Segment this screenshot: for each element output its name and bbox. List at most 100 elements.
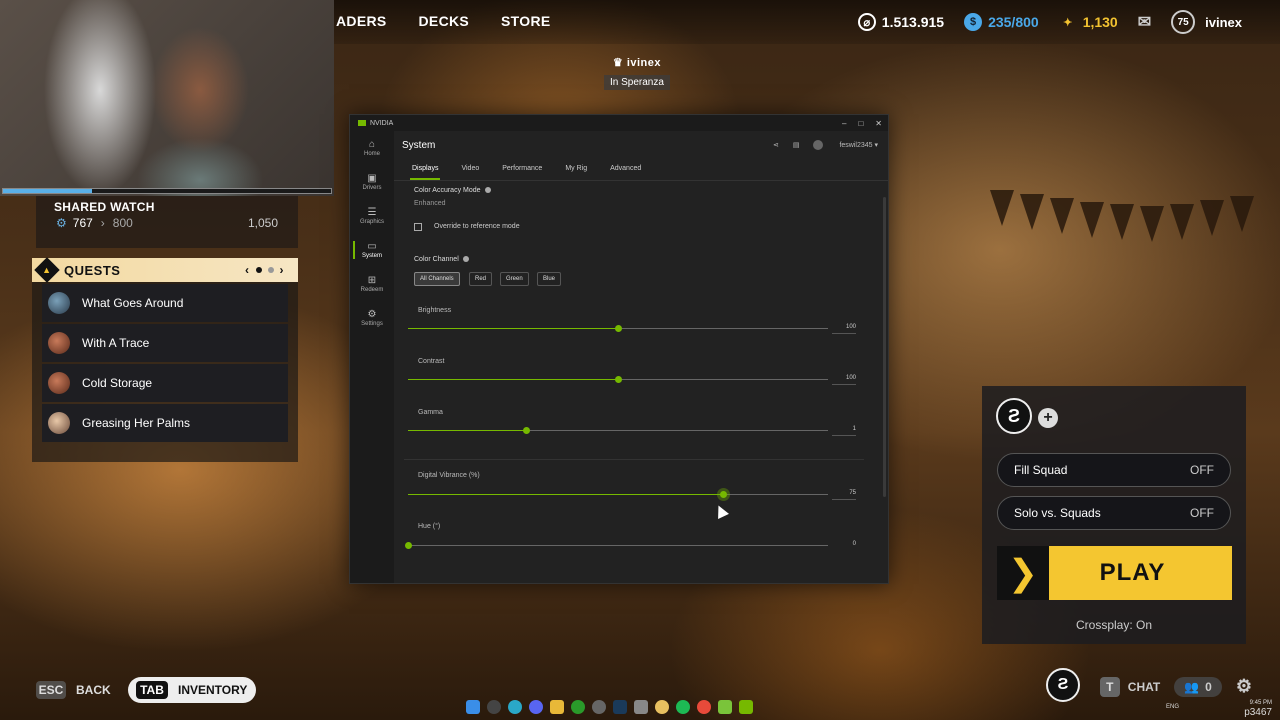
back-button[interactable]: ESC BACK <box>36 681 111 699</box>
app-icon[interactable] <box>634 700 648 714</box>
brightness-value[interactable]: 100 <box>832 324 856 334</box>
squad-emblem-icon[interactable]: Ƨ <box>996 398 1032 434</box>
quest-item[interactable]: What Goes Around <box>42 284 288 322</box>
close-icon[interactable]: ✕ <box>875 119 882 128</box>
brightness-slider[interactable] <box>408 325 828 332</box>
start-icon[interactable] <box>466 700 480 714</box>
gamma-value[interactable]: 1 <box>832 426 856 436</box>
nav-drivers[interactable]: ▣ Drivers <box>350 165 394 199</box>
nav-graphics[interactable]: ☰ Graphics <box>350 199 394 233</box>
quest-item[interactable]: Greasing Her Palms <box>42 404 288 442</box>
chevron-left-icon[interactable]: ‹ <box>245 263 250 277</box>
add-squad-member-button[interactable]: + <box>1038 408 1058 428</box>
app-icon[interactable] <box>718 700 732 714</box>
chip-red[interactable]: Red <box>469 272 493 286</box>
hue-slider[interactable] <box>405 542 828 549</box>
window-controls: – □ ✕ <box>842 119 882 128</box>
page-dot <box>267 267 274 273</box>
search-icon[interactable] <box>487 700 501 714</box>
tab-advanced[interactable]: Advanced <box>602 159 649 180</box>
graphics-icon: ☰ <box>367 207 377 218</box>
quest-avatar <box>48 292 70 314</box>
slider-knob[interactable] <box>615 376 622 383</box>
tab-displays[interactable]: Displays <box>404 159 446 180</box>
quest-label: Greasing Her Palms <box>82 416 191 430</box>
nvidia-icon[interactable] <box>739 700 753 714</box>
slider-knob[interactable] <box>615 325 622 332</box>
nav-redeem[interactable]: ⊞ Redeem <box>350 267 394 301</box>
nvidia-titlebar: NVIDIA – □ ✕ <box>350 115 888 131</box>
premium-display: ✦ 1,130 <box>1059 13 1118 31</box>
mail-icon[interactable]: ✉ <box>1138 12 1151 32</box>
info-icon[interactable] <box>462 256 469 263</box>
explorer-icon[interactable] <box>550 700 564 714</box>
override-checkbox[interactable] <box>414 223 422 231</box>
gamma-slider[interactable] <box>408 427 828 434</box>
digital-vibrance-value[interactable]: 75 <box>832 490 856 500</box>
chat-button[interactable]: T CHAT <box>1099 676 1160 697</box>
quest-avatar <box>48 332 70 354</box>
squad-panel: Ƨ + Fill Squad OFF Solo vs. Squads OFF ❯… <box>982 386 1246 644</box>
play-button[interactable]: ❯ PLAY <box>997 546 1232 600</box>
shared-watch-panel: SHARED WATCH ⚙ 767 › 800 1,050 <box>36 196 298 248</box>
nav-settings[interactable]: ⚙ Settings <box>350 301 394 335</box>
friends-button[interactable]: 👥 0 <box>1174 676 1222 697</box>
nav-decks[interactable]: DECKS <box>419 13 470 29</box>
quests-title: QUESTS <box>64 262 121 278</box>
feedback-icon[interactable]: ▤ <box>793 141 800 149</box>
tab-video[interactable]: Video <box>453 159 487 180</box>
spotify-icon[interactable] <box>676 700 690 714</box>
quest-item[interactable]: Cold Storage <box>42 364 288 402</box>
gamma-label: Gamma <box>418 409 443 416</box>
digital-vibrance-label: Digital Vibrance (%) <box>418 472 480 479</box>
solo-vs-squads-toggle[interactable]: Solo vs. Squads OFF <box>997 496 1231 530</box>
squad-emblem-icon[interactable]: Ƨ <box>1046 668 1080 702</box>
username: ivinex <box>1205 14 1242 30</box>
shared-watch-max: 1,050 <box>247 216 278 230</box>
gear-icon: ⚙ <box>56 216 67 230</box>
quest-avatar <box>48 372 70 394</box>
minimize-icon[interactable]: – <box>842 119 846 128</box>
nav-traders[interactable]: ADERS <box>336 13 387 29</box>
chip-green[interactable]: Green <box>500 272 529 286</box>
share-icon[interactable]: ⋖ <box>773 141 779 149</box>
user-menu[interactable]: feswil2345 ▾ <box>839 141 878 149</box>
tab-performance[interactable]: Performance <box>494 159 550 180</box>
gear-icon[interactable]: ⚙ <box>1236 676 1252 697</box>
chip-blue[interactable]: Blue <box>537 272 562 286</box>
inventory-button[interactable]: TAB INVENTORY <box>128 677 256 703</box>
maximize-icon[interactable]: □ <box>858 119 863 128</box>
level-badge: 75 <box>1171 10 1196 34</box>
drivers-icon: ▣ <box>367 173 377 184</box>
hue-value[interactable]: 0 <box>832 541 856 551</box>
chevron-right-icon[interactable]: › <box>280 263 285 277</box>
discord-icon[interactable] <box>529 700 543 714</box>
contrast-value[interactable]: 100 <box>832 375 856 385</box>
chip-all-channels[interactable]: All Channels <box>414 272 460 286</box>
nav-home[interactable]: ⌂ Home <box>350 131 394 165</box>
tab-my-rig[interactable]: My Rig <box>557 159 595 180</box>
nav-store[interactable]: STORE <box>501 13 550 29</box>
language-indicator[interactable]: ENG <box>1166 704 1179 710</box>
quest-item[interactable]: With A Trace <box>42 324 288 362</box>
info-icon[interactable] <box>484 187 491 194</box>
slider-knob[interactable] <box>523 427 530 434</box>
profile-button[interactable]: 75 ivinex <box>1171 10 1242 34</box>
contrast-slider[interactable] <box>408 376 828 383</box>
digital-vibrance-slider[interactable] <box>408 491 828 498</box>
override-label: Override to reference mode <box>434 223 520 230</box>
slider-knob[interactable] <box>405 542 412 549</box>
steam-icon[interactable] <box>613 700 627 714</box>
fill-squad-toggle[interactable]: Fill Squad OFF <box>997 453 1231 487</box>
app-icon[interactable] <box>655 700 669 714</box>
app-icon[interactable] <box>592 700 606 714</box>
xbox-icon[interactable] <box>571 700 585 714</box>
quest-label: What Goes Around <box>82 296 184 310</box>
slider-knob[interactable] <box>720 491 727 498</box>
currency-bar: ⌀ 1.513.915 $ 235/800 ✦ 1,130 ✉ 75 ivine… <box>857 10 1242 34</box>
taskbar-clock[interactable]: 9:45 PM p3467 <box>1244 700 1272 719</box>
edge-icon[interactable] <box>508 700 522 714</box>
nav-system[interactable]: ▭ System <box>350 233 394 267</box>
webcam-progress-bar <box>2 188 332 194</box>
chrome-icon[interactable] <box>697 700 711 714</box>
